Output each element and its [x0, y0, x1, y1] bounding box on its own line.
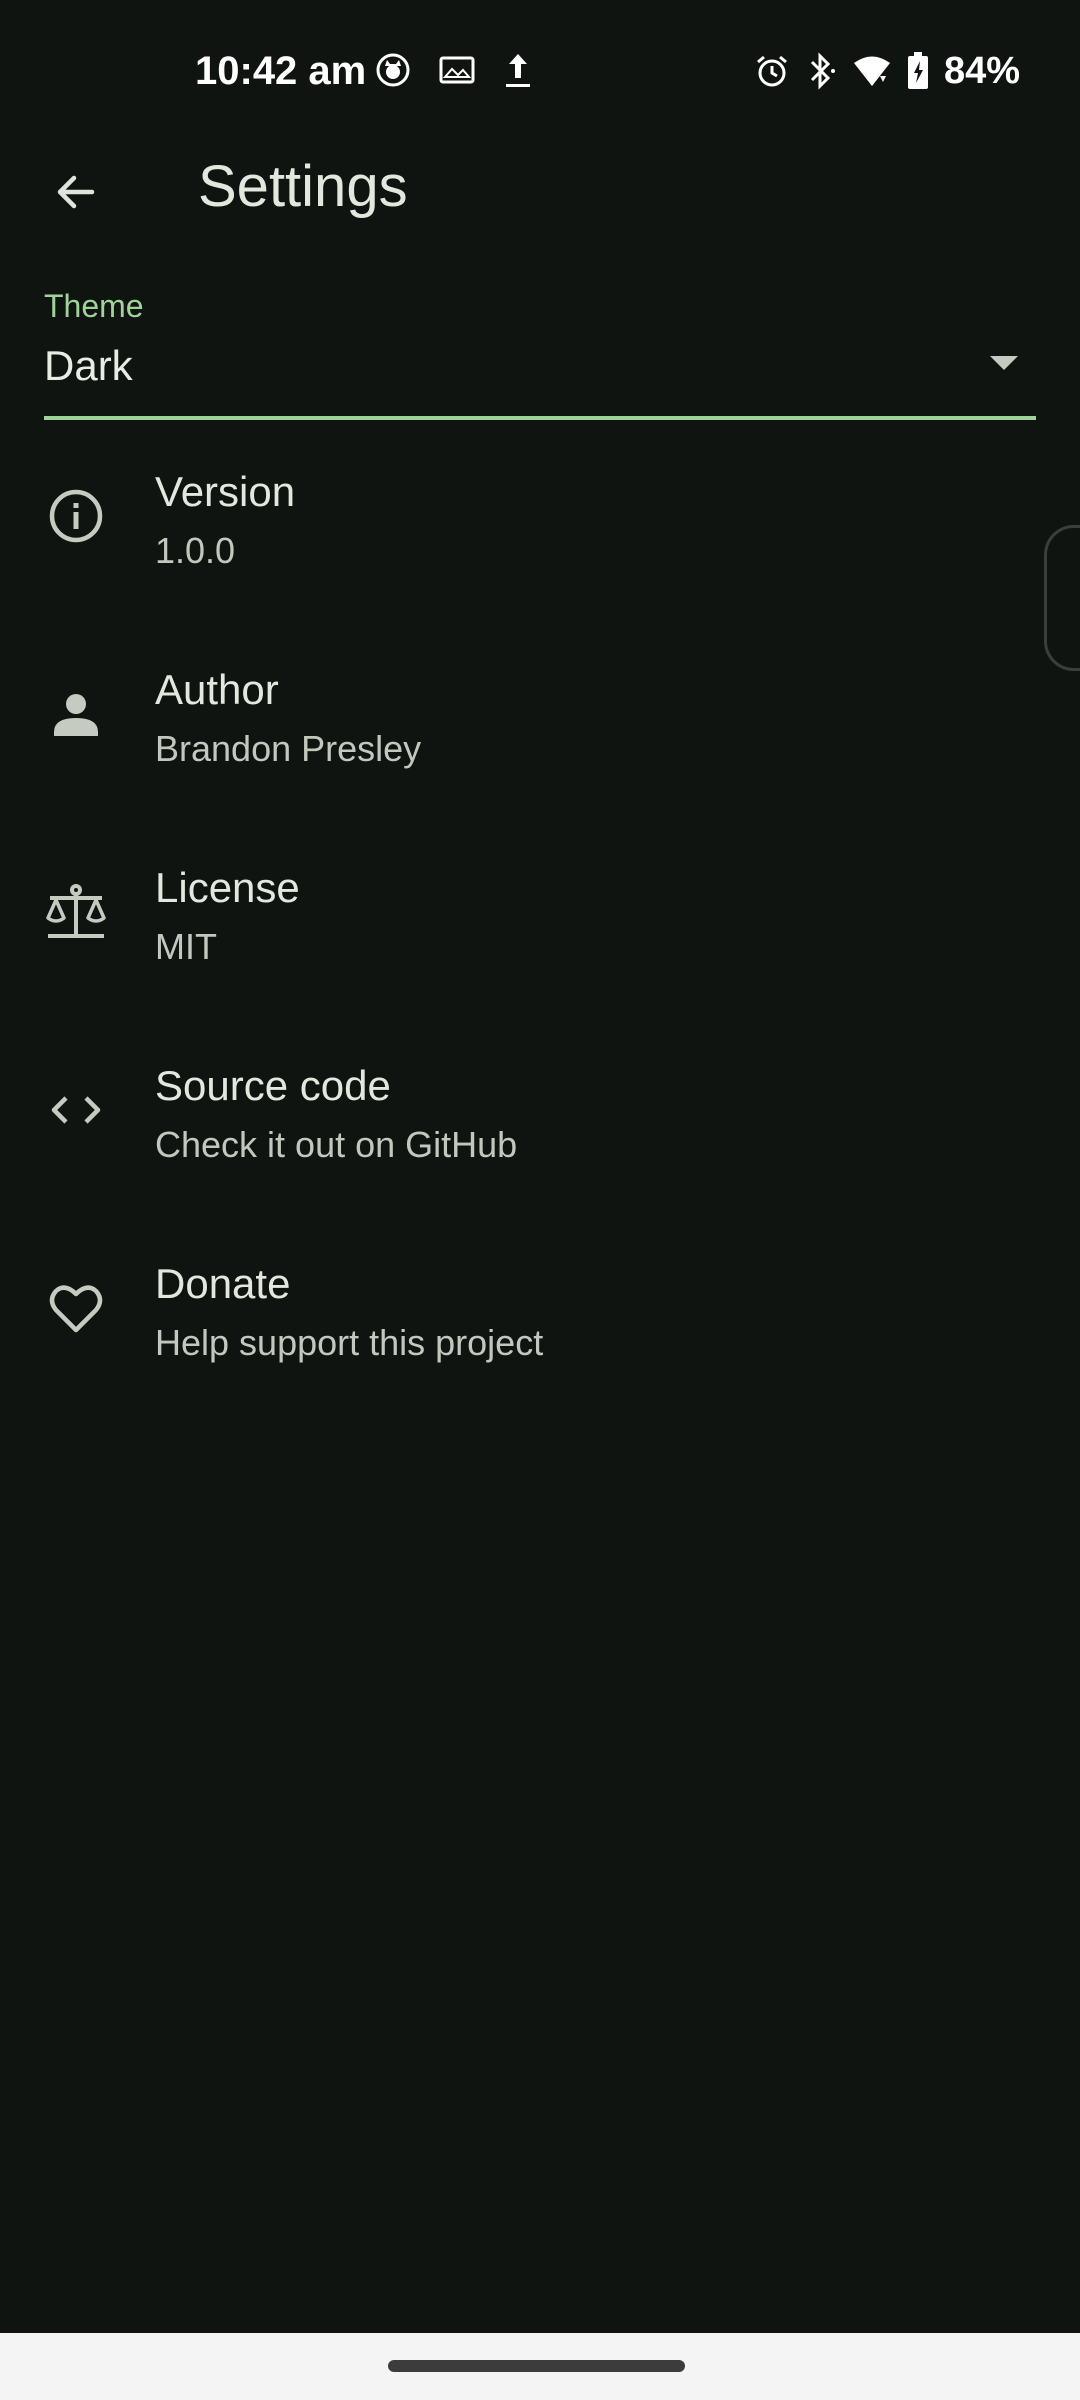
list-item-donate[interactable]: Donate Help support this project [0, 1214, 1080, 1412]
theme-underline [44, 416, 1036, 420]
list-item-author[interactable]: Author Brandon Presley [0, 620, 1080, 818]
image-icon [439, 55, 475, 85]
person-icon [40, 678, 112, 750]
list-item-source-code[interactable]: Source code Check it out on GitHub [0, 1016, 1080, 1214]
battery-charging-icon [906, 51, 930, 91]
item-subtitle: Help support this project [155, 1322, 544, 1363]
settings-list: Version 1.0.0 Author Brandon Presley Lic… [0, 422, 1080, 1412]
list-item-version[interactable]: Version 1.0.0 [0, 422, 1080, 620]
system-navigation-bar [0, 2333, 1080, 2400]
edge-panel-handle[interactable] [1044, 525, 1080, 671]
top-app-bar: Settings [0, 140, 1080, 240]
upload-icon [503, 50, 533, 90]
theme-dropdown[interactable]: Theme Dark [44, 280, 1036, 420]
item-subtitle: MIT [155, 926, 217, 967]
item-subtitle: Brandon Presley [155, 728, 422, 769]
theme-label: Theme [44, 288, 144, 324]
item-title: Donate [155, 1260, 291, 1307]
back-button[interactable] [34, 150, 118, 234]
item-title: License [155, 864, 300, 911]
item-subtitle: 1.0.0 [155, 530, 236, 571]
item-title: Version [155, 468, 296, 515]
status-system-icons: 84% [754, 48, 1020, 94]
battery-percent: 84% [943, 50, 1020, 92]
bluetooth-icon [804, 52, 838, 90]
home-gesture-handle[interactable] [388, 2360, 685, 2372]
item-subtitle: Check it out on GitHub [155, 1124, 518, 1165]
wifi-icon [852, 54, 892, 88]
info-icon [40, 480, 112, 552]
status-time: 10:42 am [195, 49, 367, 93]
heart-icon [40, 1272, 112, 1344]
code-icon [40, 1074, 112, 1146]
arrow-back-icon [57, 175, 95, 209]
page-title: Settings [198, 154, 408, 219]
cat-notification-icon [375, 52, 411, 88]
theme-value: Dark [44, 342, 133, 389]
item-title: Source code [155, 1062, 391, 1109]
scale-icon [40, 876, 112, 948]
status-notification-icons [375, 50, 533, 90]
dropdown-arrow-icon [990, 356, 1018, 370]
alarm-icon [754, 53, 790, 89]
item-title: Author [155, 666, 279, 713]
list-item-license[interactable]: License MIT [0, 818, 1080, 1016]
status-bar: 10:42 am 84% [0, 0, 1080, 140]
